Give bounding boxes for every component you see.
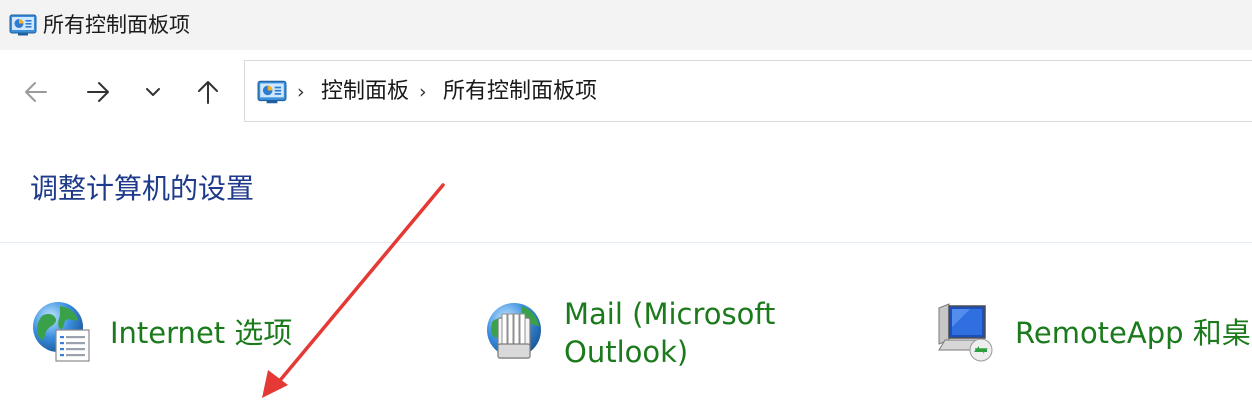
arrow-left-icon xyxy=(25,82,47,102)
item-label[interactable]: Mail (Microsoft Outlook) xyxy=(564,295,775,371)
item-label[interactable]: Internet 选项 xyxy=(110,314,292,352)
forward-button[interactable] xyxy=(80,74,116,110)
back-button[interactable] xyxy=(18,74,54,110)
window-title: 所有控制面板项 xyxy=(43,13,190,37)
page-heading: 调整计算机的设置 xyxy=(30,172,255,205)
breadcrumb-all-items[interactable]: 所有控制面板项 xyxy=(443,78,597,106)
up-button[interactable] xyxy=(190,74,226,110)
mail-icon xyxy=(487,303,541,359)
breadcrumb-control-panel[interactable]: 控制面板 xyxy=(321,78,409,106)
title-bar: 所有控制面板项 xyxy=(0,0,1252,50)
breadcrumb-separator[interactable]: › xyxy=(297,81,305,103)
item-remoteapp[interactable]: RemoteApp 和桌面 xyxy=(935,300,1252,380)
breadcrumb-separator[interactable]: › xyxy=(419,81,427,103)
control-panel-icon xyxy=(257,80,287,104)
address-bar[interactable]: › 控制面板 › 所有控制面板项 xyxy=(244,60,1252,122)
item-label[interactable]: RemoteApp 和桌面 xyxy=(1015,314,1252,352)
navigation-bar: › 控制面板 › 所有控制面板项 xyxy=(0,50,1252,134)
remoteapp-icon xyxy=(938,303,993,362)
item-internet-options[interactable]: Internet 选项 xyxy=(30,300,310,380)
arrow-up-icon xyxy=(198,81,218,104)
internet-options-icon xyxy=(33,302,90,362)
chevron-down-icon xyxy=(146,88,160,96)
arrow-right-icon xyxy=(87,82,109,102)
control-panel-icon xyxy=(9,14,37,36)
divider xyxy=(0,242,1252,243)
recent-locations-button[interactable] xyxy=(135,74,171,110)
item-mail-outlook[interactable]: Mail (Microsoft Outlook) xyxy=(484,297,804,380)
